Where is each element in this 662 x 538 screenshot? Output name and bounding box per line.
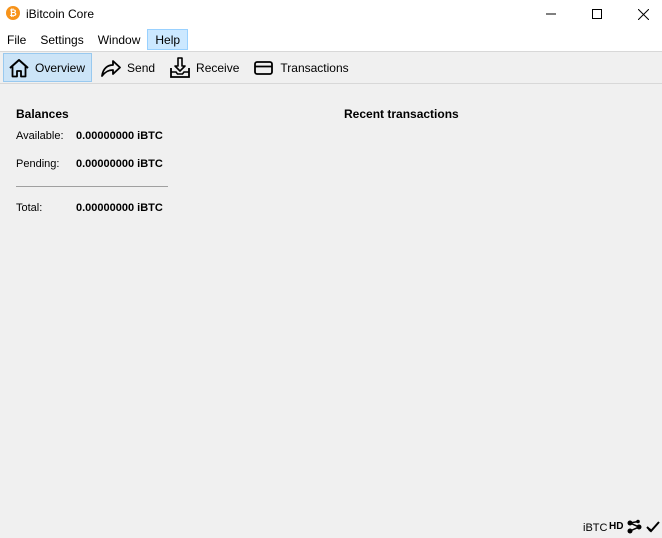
overview-label: Overview xyxy=(35,60,86,75)
close-button[interactable] xyxy=(620,0,662,28)
transactions-label: Transactions xyxy=(280,60,349,75)
card-icon xyxy=(254,60,274,75)
receive-inbox-icon xyxy=(170,56,190,78)
hd-wallet-icon: HD xyxy=(609,521,624,532)
overview-tab[interactable]: Overview xyxy=(3,53,93,82)
window-title: iBitcoin Core xyxy=(26,7,95,21)
minimize-button[interactable] xyxy=(528,0,574,28)
available-value: 0.00000000 iBTC xyxy=(76,130,163,142)
network-icon[interactable] xyxy=(626,519,644,535)
title-bar[interactable]: ₿ iBitcoin Core xyxy=(0,0,662,28)
sync-check-icon[interactable] xyxy=(646,520,660,534)
bitcoin-logo-icon: ₿ xyxy=(6,6,20,20)
send-arrow-icon xyxy=(101,59,121,77)
receive-label: Receive xyxy=(196,60,240,75)
available-label: Available: xyxy=(16,130,64,142)
menu-settings[interactable]: Settings xyxy=(33,29,90,50)
toolbar: Overview Send Receive Transactions xyxy=(0,51,662,84)
recent-transactions-heading: Recent transactions xyxy=(344,107,459,121)
receive-tab[interactable]: Receive xyxy=(165,53,245,82)
status-bar: iBTC HD xyxy=(0,514,662,538)
transactions-tab[interactable]: Transactions xyxy=(249,53,354,82)
total-value: 0.00000000 iBTC xyxy=(76,202,163,214)
home-icon xyxy=(9,58,29,77)
minimize-icon xyxy=(546,13,556,15)
balance-divider xyxy=(16,186,168,187)
total-label: Total: xyxy=(16,202,43,214)
pending-label: Pending: xyxy=(16,158,60,170)
send-tab[interactable]: Send xyxy=(96,53,161,82)
menu-file[interactable]: File xyxy=(0,29,33,50)
close-icon xyxy=(637,8,649,20)
main-window: ₿ iBitcoin Core File Settings Window Hel… xyxy=(0,0,662,538)
balances-heading: Balances xyxy=(16,107,69,121)
menu-bar: File Settings Window Help xyxy=(0,28,662,51)
unit-selector[interactable]: iBTC xyxy=(583,522,607,534)
menu-window[interactable]: Window xyxy=(91,29,148,50)
menu-help[interactable]: Help xyxy=(147,29,189,50)
maximize-icon xyxy=(592,9,602,19)
maximize-button[interactable] xyxy=(574,0,620,28)
pending-value: 0.00000000 iBTC xyxy=(76,158,163,170)
send-label: Send xyxy=(127,60,156,75)
